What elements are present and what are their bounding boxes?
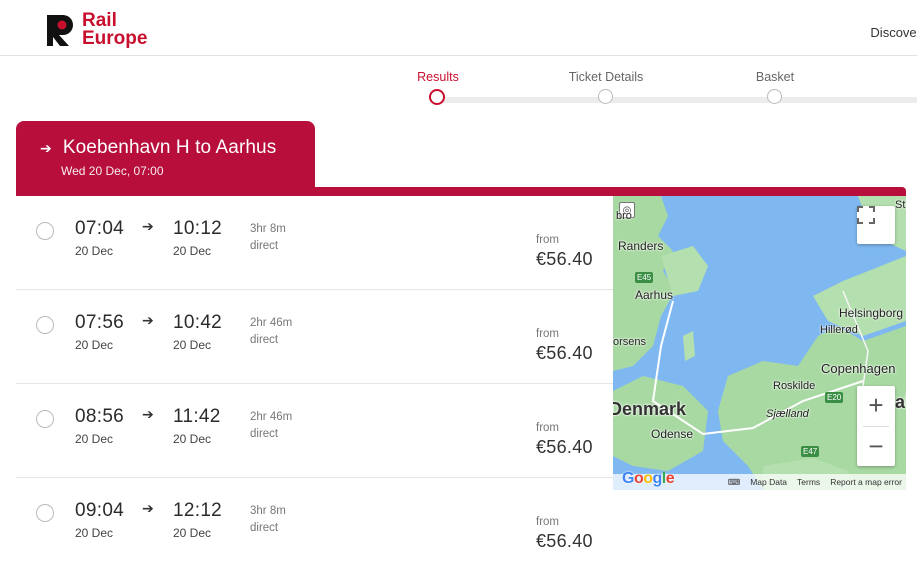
journey-type: direct — [250, 522, 279, 534]
journey-list: 07:04 20 Dec ➔ 10:12 20 Dec 3hr 8m direc… — [16, 196, 616, 566]
step-basket[interactable]: Basket — [705, 56, 845, 104]
journey-duration: 2hr 46m — [250, 411, 293, 423]
logo-word-europe: Europe — [82, 28, 148, 49]
step-dot — [767, 89, 782, 104]
journey-radio[interactable] — [36, 504, 54, 522]
map-label: al — [895, 392, 906, 412]
arrow-right-icon: ➔ — [142, 406, 154, 422]
step-results[interactable]: Results — [368, 56, 508, 105]
route-subtitle: Wed 20 Dec, 07:00 — [61, 164, 164, 178]
journey-duration: 3hr 8m — [250, 223, 286, 235]
map-label-denmark: Denmark — [613, 399, 687, 419]
map-label-sjaelland: Sjælland — [766, 408, 809, 420]
price-from-label: from — [536, 422, 559, 434]
arrival-date: 20 Dec — [173, 526, 212, 540]
arrow-right-icon: ➔ — [40, 139, 52, 156]
departure-time: 08:56 — [75, 406, 125, 427]
arrival-date: 20 Dec — [173, 338, 212, 352]
journey-duration: 2hr 46m — [250, 317, 293, 329]
google-logo[interactable]: Google — [622, 470, 675, 488]
logo-r-icon — [45, 13, 79, 47]
map-label: orsens — [613, 336, 647, 348]
journey-type: direct — [250, 334, 279, 346]
map-label-aarhus: Aarhus — [635, 288, 674, 302]
departure-time: 07:56 — [75, 312, 125, 333]
fullscreen-icon — [857, 206, 875, 224]
departure-time: 07:04 — [75, 218, 125, 239]
zoom-out-button[interactable]: − — [857, 427, 895, 467]
arrival-date: 20 Dec — [173, 432, 212, 446]
arrival-time: 12:12 — [173, 500, 223, 521]
step-dot-active — [429, 89, 445, 105]
road-badge: E47 — [801, 446, 820, 457]
map-label-randers: Randers — [618, 239, 664, 253]
keyboard-icon[interactable]: ⌨ — [728, 477, 740, 488]
top-bar: Rail Europe Discover — [0, 0, 917, 56]
arrow-right-icon: ➔ — [142, 500, 154, 516]
journey-type: direct — [250, 428, 279, 440]
departure-date: 20 Dec — [75, 432, 114, 446]
departure-time: 09:04 — [75, 500, 125, 521]
map-label-copenhagen: Copenhagen — [821, 361, 896, 376]
step-ticket-details[interactable]: Ticket Details — [536, 56, 676, 104]
step-dot — [598, 89, 613, 104]
terms-link[interactable]: Terms — [797, 477, 820, 487]
road-badge: E20 — [825, 392, 844, 403]
road-badge: E45 — [635, 272, 654, 283]
arrow-right-icon: ➔ — [142, 312, 154, 328]
departure-date: 20 Dec — [75, 244, 114, 258]
journey-price: €56.40 — [536, 343, 593, 363]
fullscreen-button[interactable] — [857, 206, 895, 244]
journey-price: €56.40 — [536, 437, 593, 457]
step-label: Basket — [755, 70, 795, 84]
price-from-label: from — [536, 328, 559, 340]
journey-radio[interactable] — [36, 410, 54, 428]
arrival-time: 10:12 — [173, 218, 223, 239]
departure-date: 20 Dec — [75, 338, 114, 352]
map-label: Sta — [895, 199, 906, 211]
map-data-link[interactable]: Map Data — [750, 477, 787, 487]
zoom-in-button[interactable]: + — [857, 386, 895, 426]
price-from-label: from — [536, 234, 559, 246]
booking-stepper: Results Ticket Details Basket — [0, 56, 917, 116]
rail-europe-logo[interactable]: Rail Europe — [45, 11, 148, 49]
nav-discover[interactable]: Discover — [870, 25, 917, 40]
route-map[interactable]: ◎ bro Sta Randers E45 Aarhus orsens Hels… — [613, 196, 906, 490]
journey-radio[interactable] — [36, 222, 54, 240]
journey-type: direct — [250, 240, 279, 252]
map-label-roskilde: Roskilde — [773, 380, 816, 392]
arrow-right-icon: ➔ — [142, 218, 154, 234]
arrival-date: 20 Dec — [173, 244, 212, 258]
report-map-error-link[interactable]: Report a map error — [830, 477, 902, 487]
route-tab[interactable]: ➔ Koebenhavn H to Aarhus Wed 20 Dec, 07:… — [16, 121, 315, 191]
map-label-odense: Odense — [651, 427, 694, 441]
arrival-time: 11:42 — [173, 406, 221, 427]
price-from-label: from — [536, 516, 559, 528]
journey-price: €56.40 — [536, 249, 593, 269]
route-bar — [16, 187, 906, 196]
step-label: Ticket Details — [568, 70, 644, 84]
zoom-control: + − — [857, 386, 895, 466]
map-label-helsingborg: Helsingborg — [839, 306, 904, 320]
step-label: Results — [417, 70, 459, 84]
journey-row[interactable]: 07:04 20 Dec ➔ 10:12 20 Dec 3hr 8m direc… — [16, 196, 616, 290]
journey-row[interactable]: 08:56 20 Dec ➔ 11:42 20 Dec 2hr 46m dire… — [16, 384, 616, 478]
map-label: bro — [616, 210, 632, 222]
journey-duration: 3hr 8m — [250, 505, 286, 517]
map-label-hillerod: Hillerød — [820, 324, 858, 336]
journey-row[interactable]: 09:04 20 Dec ➔ 12:12 20 Dec 3hr 8m direc… — [16, 478, 616, 566]
journey-row[interactable]: 07:56 20 Dec ➔ 10:42 20 Dec 2hr 46m dire… — [16, 290, 616, 384]
journey-radio[interactable] — [36, 316, 54, 334]
route-title: Koebenhavn H to Aarhus — [62, 137, 277, 158]
stepper-track — [438, 97, 917, 103]
arrival-time: 10:42 — [173, 312, 223, 333]
journey-price: €56.40 — [536, 531, 593, 551]
departure-date: 20 Dec — [75, 526, 114, 540]
